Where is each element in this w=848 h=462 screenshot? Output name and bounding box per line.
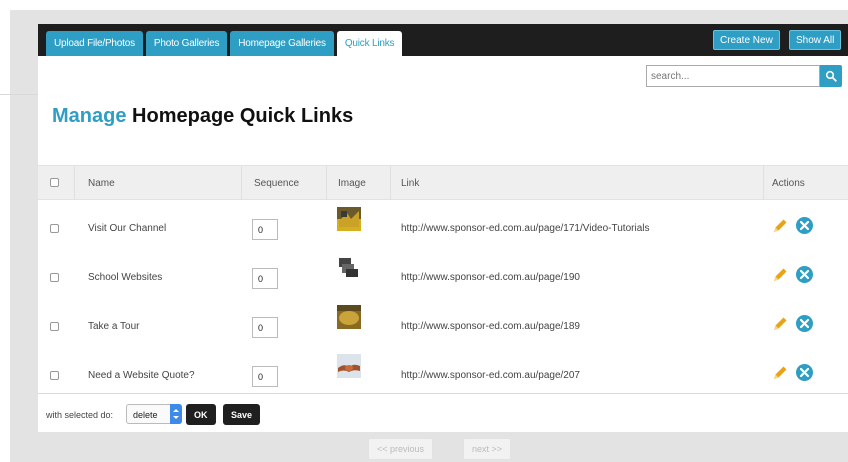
delete-circle-icon[interactable]	[795, 216, 814, 235]
row-link[interactable]: http://www.sponsor-ed.com.au/page/207	[401, 370, 580, 381]
row-checkbox[interactable]	[50, 224, 59, 233]
table-row: Visit Our Channel http://www.sponsor-ed.…	[38, 204, 848, 253]
row-name: School Websites	[88, 272, 163, 283]
delete-circle-icon[interactable]	[795, 363, 814, 382]
search-input[interactable]	[646, 65, 820, 87]
column-divider	[763, 166, 764, 199]
table-row: Take a Tour http://www.sponsor-ed.com.au…	[38, 302, 848, 351]
column-divider	[390, 166, 391, 199]
bulk-actions-bar: with selected do: delete OK Save	[38, 393, 848, 432]
bulk-action-selected: delete	[133, 410, 158, 420]
column-divider	[241, 166, 242, 199]
row-thumbnail-image	[337, 305, 361, 329]
search-icon	[825, 70, 837, 82]
edit-pencil-icon[interactable]	[771, 315, 789, 333]
column-header-image: Image	[338, 178, 366, 189]
row-name: Visit Our Channel	[88, 223, 167, 234]
tab-photo-galleries[interactable]: Photo Galleries	[145, 31, 228, 56]
tab-upload-file-photos[interactable]: Upload File/Photos	[46, 31, 143, 56]
column-header-sequence[interactable]: Sequence	[254, 178, 299, 189]
table-row: School Websites http://www.sponsor-ed.co…	[38, 253, 848, 302]
tab-homepage-galleries[interactable]: Homepage Galleries	[230, 31, 334, 56]
select-all-checkbox[interactable]	[50, 178, 59, 187]
tab-bar: Upload File/Photos Photo Galleries Homep…	[38, 24, 848, 56]
column-divider	[326, 166, 327, 199]
page-title: Manage Homepage Quick Links	[52, 105, 353, 128]
ok-button[interactable]: OK	[186, 404, 216, 425]
show-all-button[interactable]: Show All	[789, 30, 842, 50]
row-checkbox[interactable]	[50, 371, 59, 380]
chevron-updown-icon	[170, 404, 182, 424]
edit-pencil-icon[interactable]	[771, 217, 789, 235]
row-thumbnail-image	[337, 256, 361, 280]
page-title-accent: Manage	[52, 105, 127, 127]
edit-pencil-icon[interactable]	[771, 364, 789, 382]
column-header-name[interactable]: Name	[88, 178, 115, 189]
row-thumbnail-image	[337, 354, 361, 378]
row-checkbox[interactable]	[50, 273, 59, 282]
row-name: Need a Website Quote?	[88, 370, 195, 381]
delete-circle-icon[interactable]	[795, 314, 814, 333]
row-checkbox[interactable]	[50, 322, 59, 331]
tab-quick-links[interactable]: Quick Links	[336, 31, 403, 56]
bulk-action-select[interactable]: delete	[126, 404, 182, 424]
row-thumbnail-image	[337, 207, 361, 231]
sequence-input[interactable]	[252, 366, 278, 387]
next-page-button[interactable]: next >>	[463, 438, 512, 460]
bulk-action-label: with selected do:	[46, 410, 114, 420]
sequence-input[interactable]	[252, 268, 278, 289]
row-link[interactable]: http://www.sponsor-ed.com.au/page/190	[401, 272, 580, 283]
column-divider	[74, 166, 75, 199]
sequence-input[interactable]	[252, 219, 278, 240]
create-new-button[interactable]: Create New	[713, 30, 780, 50]
row-name: Take a Tour	[88, 321, 140, 332]
previous-page-button[interactable]: << previous	[368, 438, 434, 460]
admin-panel: Upload File/Photos Photo Galleries Homep…	[38, 24, 848, 432]
table-header: Name Sequence Image Link Actions	[38, 165, 848, 200]
sequence-input[interactable]	[252, 317, 278, 338]
delete-circle-icon[interactable]	[795, 265, 814, 284]
divider	[0, 94, 38, 95]
edit-pencil-icon[interactable]	[771, 266, 789, 284]
row-link[interactable]: http://www.sponsor-ed.com.au/page/189	[401, 321, 580, 332]
row-link[interactable]: http://www.sponsor-ed.com.au/page/171/Vi…	[401, 223, 649, 234]
search-button[interactable]	[820, 65, 842, 87]
column-header-link[interactable]: Link	[401, 178, 419, 189]
save-button[interactable]: Save	[223, 404, 261, 425]
page-title-text: Homepage Quick Links	[132, 105, 354, 127]
column-header-actions: Actions	[772, 178, 805, 189]
